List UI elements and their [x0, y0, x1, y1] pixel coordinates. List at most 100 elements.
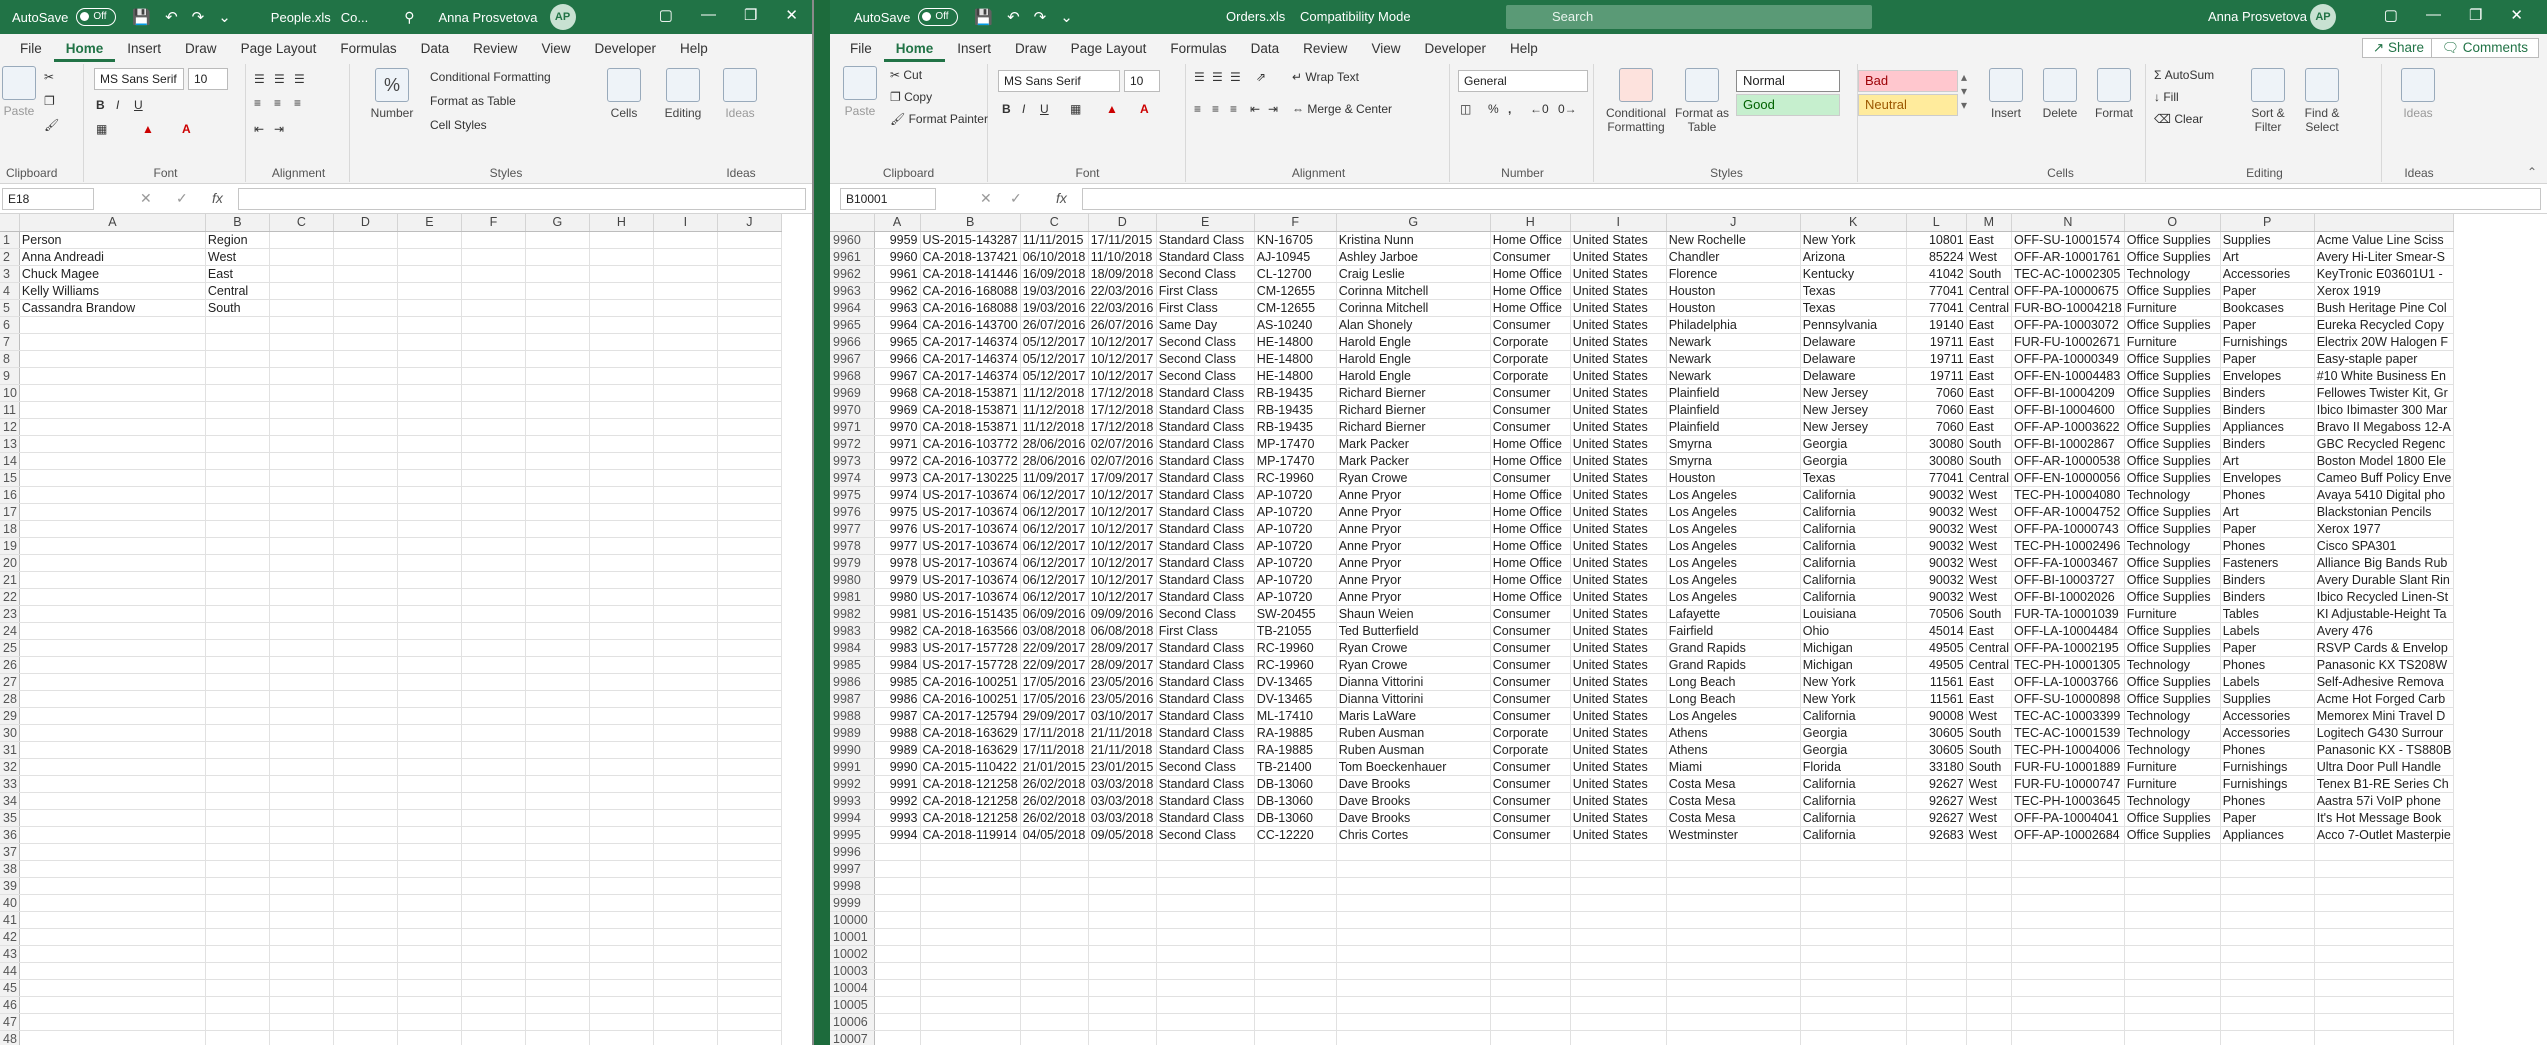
cell[interactable] — [717, 248, 782, 266]
cell[interactable] — [525, 792, 590, 810]
cell[interactable]: Fasteners — [2220, 554, 2315, 572]
cell[interactable] — [1570, 1013, 1667, 1031]
row-header[interactable]: 10006 — [830, 1013, 875, 1031]
cell[interactable] — [397, 707, 462, 725]
cell[interactable]: Paper — [2220, 282, 2315, 300]
increase-decimal-icon[interactable]: ←0 — [1530, 102, 1549, 116]
cell[interactable]: Arizona — [1800, 248, 1907, 266]
cell[interactable]: Long Beach — [1666, 673, 1801, 691]
cell[interactable]: CL-12700 — [1254, 265, 1337, 283]
cell[interactable] — [717, 809, 782, 827]
cell[interactable]: Electrix 20W Halogen F — [2314, 333, 2455, 351]
cell[interactable] — [269, 503, 334, 521]
worksheet-grid[interactable]: A B C D E F G H I J K L M N O P 9960 9959 US-2015-143287 11… — [830, 214, 2547, 1045]
cell[interactable] — [333, 1013, 398, 1031]
cell[interactable]: Home Office — [1490, 554, 1571, 572]
cell[interactable]: Corinna Mitchell — [1336, 299, 1491, 317]
cell[interactable]: Office Supplies — [2124, 588, 2221, 606]
cell[interactable] — [1906, 996, 1967, 1014]
cell[interactable] — [461, 537, 526, 555]
cell[interactable] — [333, 384, 398, 402]
cell[interactable]: AJ-10945 — [1254, 248, 1337, 266]
cell[interactable] — [653, 639, 718, 657]
cell[interactable]: Standard Class — [1156, 707, 1255, 725]
cell[interactable] — [1666, 894, 1801, 912]
cell[interactable]: United States — [1570, 571, 1667, 589]
style-good[interactable]: Good — [1736, 94, 1840, 116]
cell[interactable] — [333, 248, 398, 266]
cell[interactable] — [397, 690, 462, 708]
formula-input[interactable] — [1082, 188, 2541, 210]
cell[interactable]: Standard Class — [1156, 656, 1255, 674]
cell[interactable] — [19, 401, 206, 419]
row-header[interactable]: 9969 — [830, 384, 875, 402]
cell[interactable]: 9962 — [874, 282, 921, 300]
cell[interactable] — [653, 775, 718, 793]
cell[interactable]: Accessories — [2220, 265, 2315, 283]
cell[interactable]: Binders — [2220, 384, 2315, 402]
cell[interactable]: 90032 — [1906, 520, 1967, 538]
worksheet-table[interactable]: A B C D E F G H I J K L M N O P 9960 9959 US-2015-143287 11… — [830, 214, 2455, 1045]
cell[interactable]: Appliances — [2220, 826, 2315, 844]
cell[interactable] — [589, 571, 654, 589]
number-format-combo[interactable]: General — [1458, 70, 1588, 92]
cell[interactable]: United States — [1570, 452, 1667, 470]
cell[interactable]: Georgia — [1800, 741, 1907, 759]
cell[interactable] — [461, 503, 526, 521]
cell[interactable]: OFF-BI-10004600 — [2011, 401, 2125, 419]
cell[interactable] — [205, 656, 270, 674]
cell[interactable] — [653, 928, 718, 946]
cell[interactable]: OFF-PA-10000675 — [2011, 282, 2125, 300]
cell[interactable] — [269, 911, 334, 929]
cell[interactable] — [1666, 962, 1801, 980]
cell[interactable] — [397, 741, 462, 759]
cell[interactable] — [397, 282, 462, 300]
cell[interactable] — [269, 350, 334, 368]
cell[interactable]: CA-2018-163629 — [920, 741, 1021, 759]
cell[interactable] — [874, 894, 921, 912]
cell[interactable] — [589, 894, 654, 912]
cell[interactable]: East — [1966, 622, 2013, 640]
cell[interactable] — [525, 911, 590, 929]
cell[interactable]: Dave Brooks — [1336, 792, 1491, 810]
cell[interactable]: 9965 — [874, 333, 921, 351]
cell[interactable]: Consumer — [1490, 316, 1571, 334]
cell[interactable] — [333, 282, 398, 300]
cell[interactable]: East — [1966, 316, 2013, 334]
cell[interactable]: New York — [1800, 231, 1907, 249]
cell[interactable] — [461, 435, 526, 453]
cell[interactable]: 06/12/2017 — [1020, 571, 1089, 589]
cell[interactable] — [2124, 894, 2221, 912]
cell[interactable] — [1156, 843, 1255, 861]
cell[interactable] — [653, 367, 718, 385]
cell[interactable] — [1490, 860, 1571, 878]
cell[interactable] — [717, 452, 782, 470]
cell[interactable] — [205, 384, 270, 402]
cell[interactable]: AP-10720 — [1254, 537, 1337, 555]
cell[interactable] — [653, 333, 718, 351]
row-header[interactable]: 14 — [0, 452, 20, 470]
cell[interactable] — [1800, 962, 1907, 980]
cell[interactable]: Kelly Williams — [19, 282, 206, 300]
cell[interactable] — [1570, 911, 1667, 929]
cell[interactable] — [525, 571, 590, 589]
column-header[interactable]: L — [1906, 214, 1967, 232]
minimize-icon[interactable]: — — [701, 6, 716, 24]
cell[interactable]: New Jersey — [1800, 384, 1907, 402]
cell[interactable]: First Class — [1156, 282, 1255, 300]
customize-icon[interactable]: ⌄ — [218, 8, 231, 26]
cell[interactable] — [653, 571, 718, 589]
avatar[interactable]: AP — [549, 4, 576, 30]
cell[interactable] — [1020, 843, 1089, 861]
cell[interactable]: Office Supplies — [2124, 367, 2221, 385]
cell[interactable] — [397, 588, 462, 606]
cell[interactable] — [2314, 877, 2455, 895]
cell[interactable] — [205, 418, 270, 436]
cell[interactable] — [19, 996, 206, 1014]
cell[interactable] — [525, 945, 590, 963]
number-button[interactable]: % Number — [362, 68, 422, 120]
cell[interactable]: South — [1966, 605, 2013, 623]
ribbon-tab-file[interactable]: File — [8, 41, 54, 62]
cell[interactable] — [525, 503, 590, 521]
decrease-indent-icon[interactable]: ⇤ — [1250, 102, 1260, 116]
